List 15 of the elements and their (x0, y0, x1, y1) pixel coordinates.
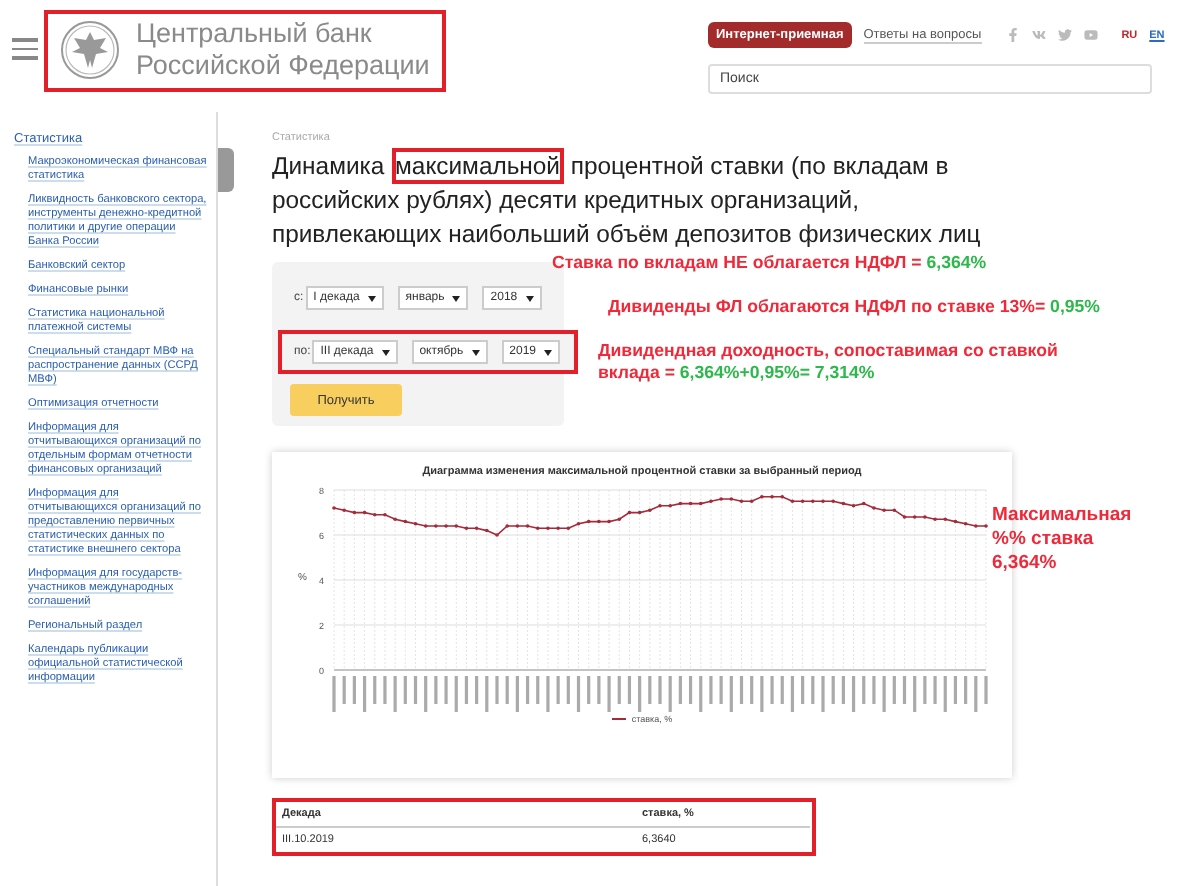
emblem-icon (60, 20, 120, 80)
youtube-icon[interactable] (1083, 28, 1098, 42)
collapse-tab[interactable] (218, 148, 234, 192)
bank-logo[interactable]: Центральный банк Российской Федерации (44, 10, 446, 92)
annotation-text: Дивиденды ФЛ облагаются НДФЛ по ставке 13%= 0,95% (608, 296, 1102, 318)
annotation-text: Дивидендная доходность, сопоставимая со ставкой вклада = 6,364%+0,95%= 7,314% (598, 340, 1060, 384)
page-title: Динамика максимальной процентной ставки (по вкладам в российских рублях) десяти кредитных организаций, привлекающих наибольший объём депозитов физических лиц (272, 150, 983, 252)
annotation-text: Максимальная %% ставка 6,364% (992, 504, 1134, 576)
logo-text: Российской Федерации (136, 50, 430, 82)
twitter-icon[interactable] (1057, 28, 1072, 42)
facebook-icon[interactable] (1005, 28, 1020, 42)
annotation-text: Ставка по вкладам НЕ облагается НДФЛ = 6,364% (552, 252, 989, 274)
menu-icon[interactable] (12, 38, 38, 59)
vk-icon[interactable] (1031, 28, 1046, 42)
logo-text: Центральный банк (136, 18, 374, 50)
